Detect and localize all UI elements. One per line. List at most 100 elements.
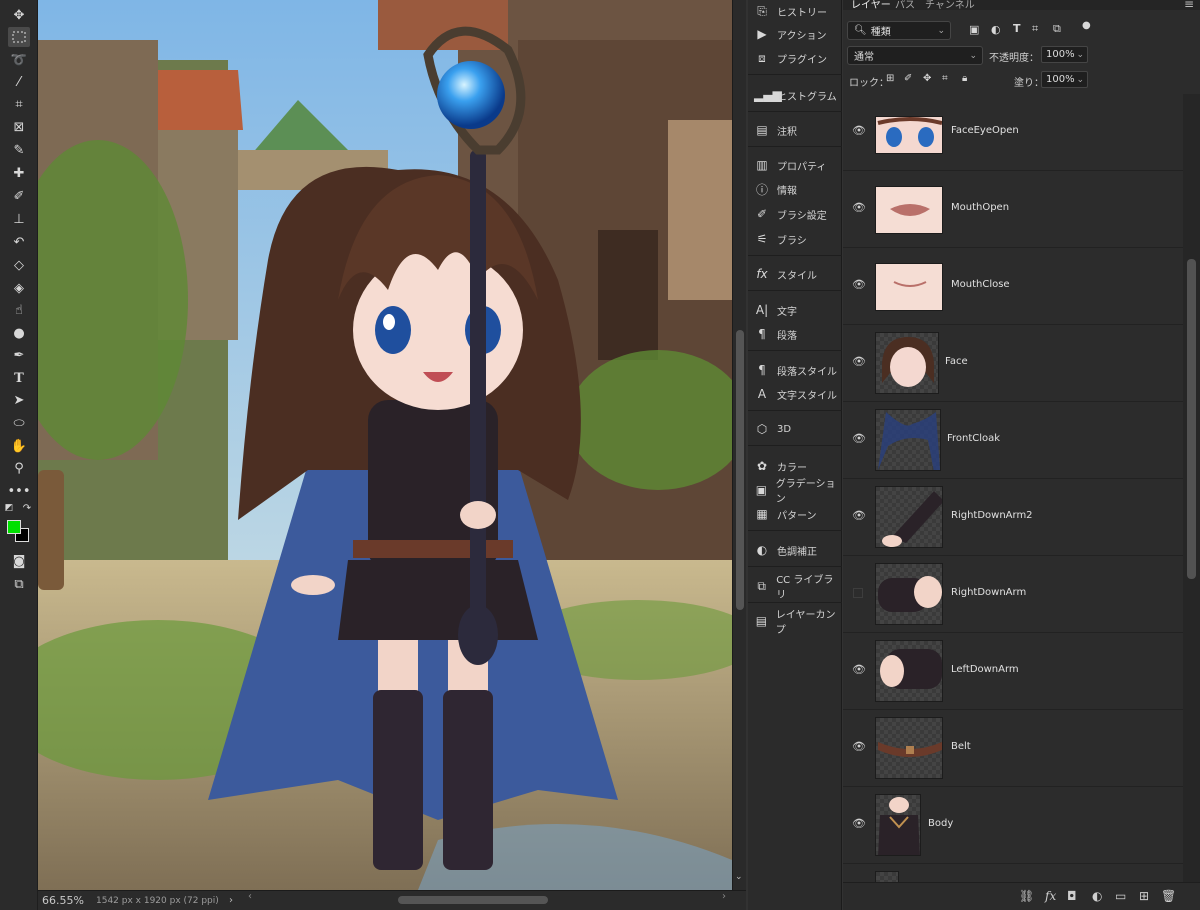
layer-name[interactable]: FrontCloak (947, 433, 1000, 444)
smudge-icon[interactable]: ☝ (8, 300, 30, 320)
visibility-eye-icon[interactable]: 👁︎ (852, 510, 866, 521)
layer-row[interactable]: 👁︎ MouthOpen (843, 171, 1183, 248)
layer-name[interactable]: RightDownArm2 (951, 510, 1033, 521)
layer-row[interactable]: 👁︎ LeftDownArm (843, 633, 1183, 710)
filter-smart-object-icon[interactable]: ⧉ (1053, 22, 1061, 36)
layer-name[interactable]: LeftDownArm (951, 664, 1019, 675)
dock-properties[interactable]: ▥ プロパティ (754, 154, 840, 176)
lock-transparent-icon[interactable]: ⊞ (886, 73, 894, 84)
zoom-icon[interactable]: ⚲ (8, 458, 30, 478)
link-layers-icon[interactable]: ⛓ (1019, 889, 1034, 903)
dock-libraries[interactable]: ⧉ CC ライブラリ (754, 575, 840, 601)
filter-shape-icon[interactable]: ⌗ (1032, 22, 1038, 36)
pen-icon[interactable]: ✒ (8, 345, 30, 365)
dock-gradients[interactable]: ▣ グラデーション (754, 479, 840, 505)
screen-mode-icon[interactable]: ⧉ (8, 574, 30, 594)
frame-icon[interactable]: ⊠ (8, 117, 30, 137)
layer-row[interactable]: 👁︎ Body (843, 787, 1183, 864)
magic-wand-icon[interactable]: ⁄ (8, 72, 30, 92)
zoom-level[interactable]: 66.55% (38, 894, 96, 907)
layer-row[interactable]: 👁︎ FaceEyeOpen (843, 94, 1183, 171)
layer-row[interactable]: 👁︎ RightDownArm2 (843, 479, 1183, 556)
dock-paragraph[interactable]: ¶ 段落 (754, 323, 840, 345)
dock-brush-settings[interactable]: ✐ ブラシ設定 (754, 203, 840, 225)
visibility-eye-icon[interactable]: 👁︎ (852, 741, 866, 752)
layer-name[interactable]: Body (928, 818, 953, 829)
layers-scroll-thumb[interactable] (1187, 259, 1196, 579)
scroll-left-icon[interactable]: ‹ (248, 891, 252, 902)
layer-row[interactable] (843, 864, 1183, 882)
layer-row[interactable]: 👁︎ Face (843, 325, 1183, 402)
dock-3d[interactable]: ⬡ 3D (754, 418, 840, 440)
layer-name[interactable]: Face (945, 356, 968, 367)
visibility-eye-icon[interactable]: 👁︎ (852, 664, 866, 675)
adjustment-layer-icon[interactable]: ◐ (1092, 889, 1102, 903)
dock-layer-comps[interactable]: ▤ レイヤーカンプ (754, 610, 840, 636)
dock-history[interactable]: ⎘ ヒストリー (754, 0, 840, 22)
type-icon[interactable]: T (8, 368, 30, 388)
opacity-input[interactable]: 100% ⌄ (1041, 46, 1088, 63)
brush-icon[interactable]: ✐ (8, 186, 30, 206)
dock-character[interactable]: A| 文字 (754, 299, 840, 321)
visibility-eye-icon[interactable]: 👁︎ (852, 279, 866, 290)
filter-adjustment-icon[interactable]: ◐ (991, 23, 1001, 36)
visibility-eye-icon[interactable]: 👁︎ (852, 202, 866, 213)
layer-row[interactable]: 👁︎ Belt (843, 710, 1183, 787)
dock-color[interactable]: ✿ カラー (754, 455, 840, 477)
ellipse-icon[interactable]: ⬭ (8, 413, 30, 433)
tab-channels[interactable]: チャンネル (925, 0, 975, 10)
lasso-icon[interactable]: ➰ (8, 50, 30, 70)
layer-name[interactable]: MouthOpen (951, 202, 1009, 213)
dock-notes[interactable]: ▤ 注釈 (754, 119, 840, 141)
lock-position-icon[interactable]: ✥ (923, 73, 931, 84)
visibility-eye-icon[interactable]: 👁︎ (852, 125, 866, 136)
crop-icon[interactable]: ⌗ (8, 94, 30, 114)
layer-row[interactable]: 👁︎ MouthClose (843, 248, 1183, 325)
layer-row[interactable]: RightDownArm (843, 556, 1183, 633)
document-canvas[interactable] (38, 0, 732, 890)
tab-paths[interactable]: パス (895, 0, 915, 10)
dock-actions[interactable]: ▶ アクション (754, 23, 840, 45)
visibility-eye-icon[interactable]: 👁︎ (852, 818, 866, 829)
tab-layers[interactable]: レイヤー (851, 0, 891, 10)
path-select-icon[interactable]: ➤ (8, 390, 30, 410)
filter-pixel-icon[interactable]: ▣ (969, 23, 979, 36)
visibility-toggle-empty[interactable] (853, 588, 863, 598)
lock-artboard-icon[interactable]: ⌗ (942, 73, 948, 84)
stamp-icon[interactable]: ⊥ (8, 209, 30, 229)
dock-info[interactable]: ⓘ 情報 (754, 178, 840, 200)
layer-style-fx-icon[interactable]: fx (1045, 889, 1056, 903)
layer-name[interactable]: RightDownArm (951, 587, 1026, 598)
blend-mode-select[interactable]: 通常 ⌄ (847, 46, 983, 65)
dock-brushes[interactable]: ⚟ ブラシ (754, 228, 840, 250)
status-arrow-icon[interactable]: › (229, 895, 233, 906)
visibility-eye-icon[interactable]: 👁︎ (852, 356, 866, 367)
filter-type-icon[interactable]: T (1013, 22, 1021, 35)
canvas-horizontal-scrollbar[interactable]: ‹ › (248, 891, 726, 906)
canvas-vertical-scrollbar[interactable]: ⌄ (732, 0, 746, 890)
layer-name[interactable]: MouthClose (951, 279, 1010, 290)
visibility-eye-icon[interactable]: 👁︎ (852, 433, 866, 444)
lock-all-icon[interactable]: 🔒︎ (962, 73, 967, 84)
quick-mask-icon[interactable]: ◙ (8, 551, 30, 571)
scroll-right-icon[interactable]: › (722, 891, 726, 902)
new-group-icon[interactable]: ▭ (1115, 889, 1126, 903)
dock-styles[interactable]: fx スタイル (754, 263, 840, 285)
canvas-horizontal-scroll-thumb[interactable] (398, 896, 548, 904)
dock-character-styles[interactable]: A 文字スタイル (754, 383, 840, 405)
dock-plugins[interactable]: ⧈ プラグイン (754, 47, 840, 69)
paint-bucket-icon[interactable]: ◈ (8, 278, 30, 298)
layer-row[interactable]: 👁︎ FrontCloak (843, 402, 1183, 479)
panel-menu-icon[interactable]: ≡ (1184, 0, 1194, 10)
more-tools-icon[interactable]: ••• (8, 481, 31, 501)
dock-adjustments[interactable]: ◐ 色調補正 (754, 539, 840, 561)
add-mask-icon[interactable]: ◘ (1067, 889, 1077, 903)
marquee-icon[interactable] (8, 27, 30, 47)
swap-colors-icon[interactable]: ↷ (21, 502, 33, 514)
delete-layer-icon[interactable]: 🗑︎ (1161, 889, 1176, 903)
fill-input[interactable]: 100% ⌄ (1041, 71, 1088, 88)
move-icon[interactable]: ✥ (8, 5, 30, 25)
canvas-vertical-scroll-thumb[interactable] (736, 330, 744, 610)
lock-image-icon[interactable]: ✐ (904, 73, 912, 84)
layer-filter-select[interactable]: 🔍︎ 種類 ⌄ (847, 21, 951, 40)
